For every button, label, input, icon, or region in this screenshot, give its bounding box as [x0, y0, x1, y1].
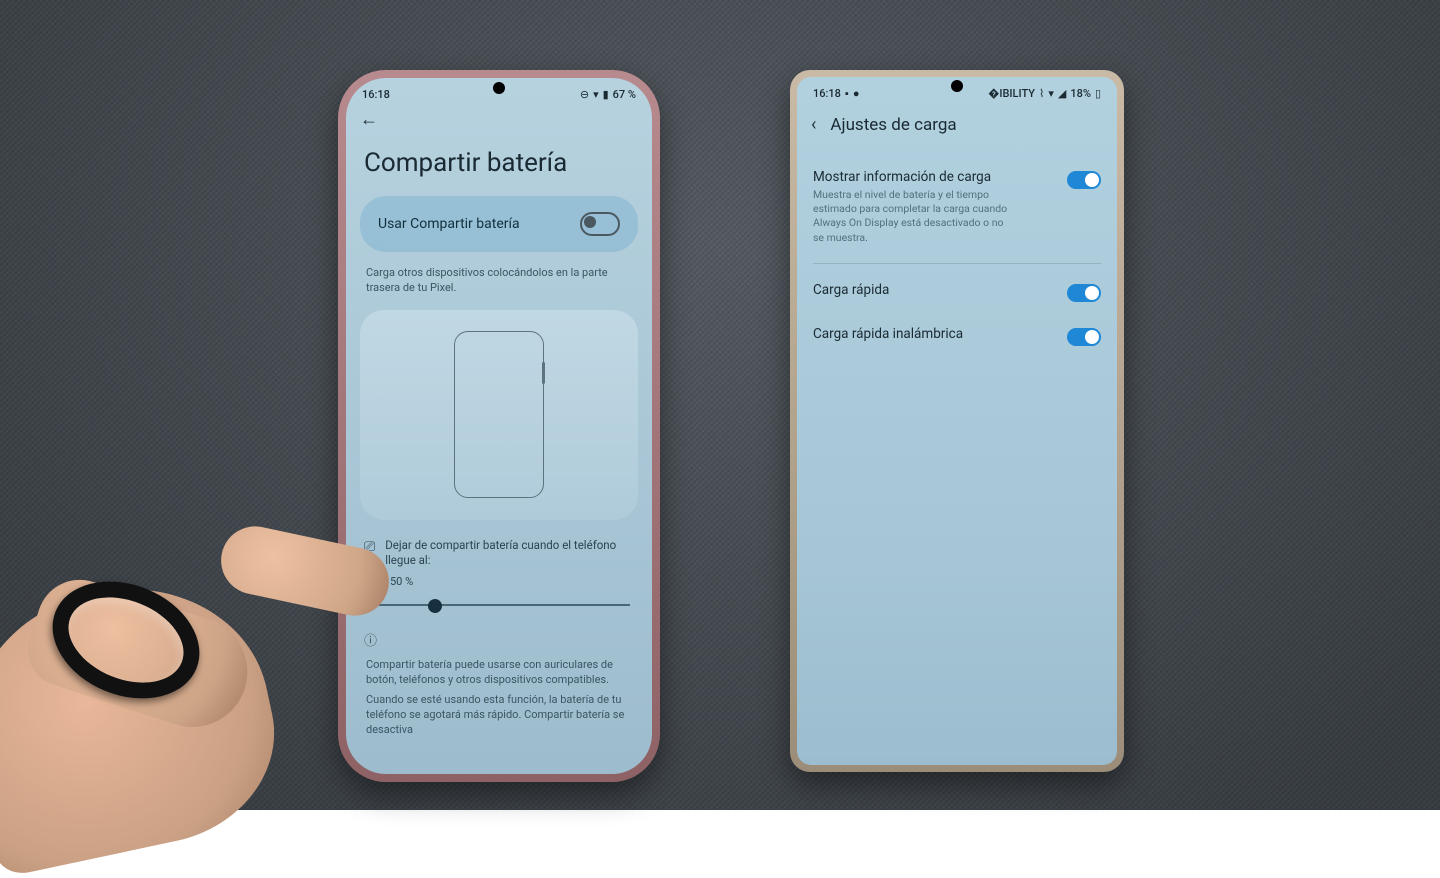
option-fast-charging[interactable]: Carga rápida [797, 270, 1117, 314]
phone-outline-graphic [454, 331, 544, 498]
fabric-background [0, 0, 1440, 810]
bluetooth-icon: �IBILITY [988, 87, 1035, 100]
header-row: ‹ Ajustes de carga [797, 104, 1117, 157]
option-show-charging-info[interactable]: Mostrar información de carga Muestra el … [797, 157, 1117, 257]
option-toggle[interactable] [1067, 328, 1101, 346]
footer-text-1: Compartir batería puede usarse con auric… [346, 655, 652, 690]
option-title: Mostrar información de carga [813, 169, 1013, 185]
threshold-row[interactable]: ⎚ Dejar de compartir batería cuando el t… [346, 524, 652, 573]
status-time: 16:18 [813, 87, 841, 100]
status-right-cluster: �IBILITY ⌇ ▾ ◢ 18% ▯ [988, 87, 1101, 100]
dnd-icon: ⊖ [580, 88, 589, 101]
status-right-cluster: ⊖ ▾ ▮ 67 % [580, 88, 636, 101]
battery-share-description: Carga otros dispositivos colocándolos en… [346, 252, 652, 306]
footer-text-2: Cuando se esté usando esta función, la b… [346, 690, 652, 740]
battery-share-toggle[interactable] [580, 212, 620, 236]
front-camera-right [951, 80, 963, 92]
option-toggle[interactable] [1067, 284, 1101, 302]
back-button[interactable]: ← [346, 105, 652, 134]
option-subtitle: Muestra el nivel de batería y el tiempo … [813, 188, 1013, 245]
battery-threshold-icon: ⎚ [364, 539, 375, 555]
signal-icon: ◢ [1058, 87, 1066, 100]
option-fast-wireless-charging[interactable]: Carga rápida inalámbrica [797, 314, 1117, 358]
battery-share-illustration [360, 310, 638, 520]
notif-icon-2: ● [853, 87, 860, 100]
battery-icon: ▯ [1095, 87, 1101, 100]
threshold-slider[interactable] [368, 598, 630, 612]
wifi-icon: ▾ [1048, 87, 1054, 100]
battery-share-toggle-card[interactable]: Usar Compartir batería [360, 196, 638, 252]
page-title: Ajustes de carga [830, 115, 956, 135]
battery-icon: ▮ [603, 88, 609, 101]
back-button[interactable]: ‹ [811, 114, 816, 135]
threshold-value: 50 % [346, 573, 652, 592]
slider-track [368, 604, 630, 606]
divider [813, 263, 1101, 264]
status-battery-text: 18% [1070, 87, 1091, 100]
wifi-icon: ▾ [593, 88, 599, 101]
status-time: 16:18 [362, 88, 390, 101]
pixel-phone-frame: 16:18 ⊖ ▾ ▮ 67 % ← Compartir batería Usa… [338, 70, 660, 782]
notif-icon-1: ▪ [845, 87, 849, 100]
vibrate-icon: ⌇ [1039, 87, 1044, 100]
info-icon: ⓘ [346, 612, 652, 655]
option-title: Carga rápida inalámbrica [813, 326, 963, 342]
option-toggle[interactable] [1067, 171, 1101, 189]
option-title: Carga rápida [813, 282, 889, 298]
page-title: Compartir batería [346, 134, 652, 196]
samsung-screen: 16:18 ▪ ● �IBILITY ⌇ ▾ ◢ 18% ▯ ‹ Ajustes… [797, 77, 1117, 765]
samsung-phone-frame: 16:18 ▪ ● �IBILITY ⌇ ▾ ◢ 18% ▯ ‹ Ajustes… [790, 70, 1124, 772]
battery-share-label: Usar Compartir batería [378, 216, 520, 232]
pixel-screen: 16:18 ⊖ ▾ ▮ 67 % ← Compartir batería Usa… [346, 78, 652, 774]
threshold-label: Dejar de compartir batería cuando el tel… [385, 538, 634, 569]
front-camera-left [493, 82, 505, 94]
status-battery-text: 67 % [613, 88, 636, 101]
